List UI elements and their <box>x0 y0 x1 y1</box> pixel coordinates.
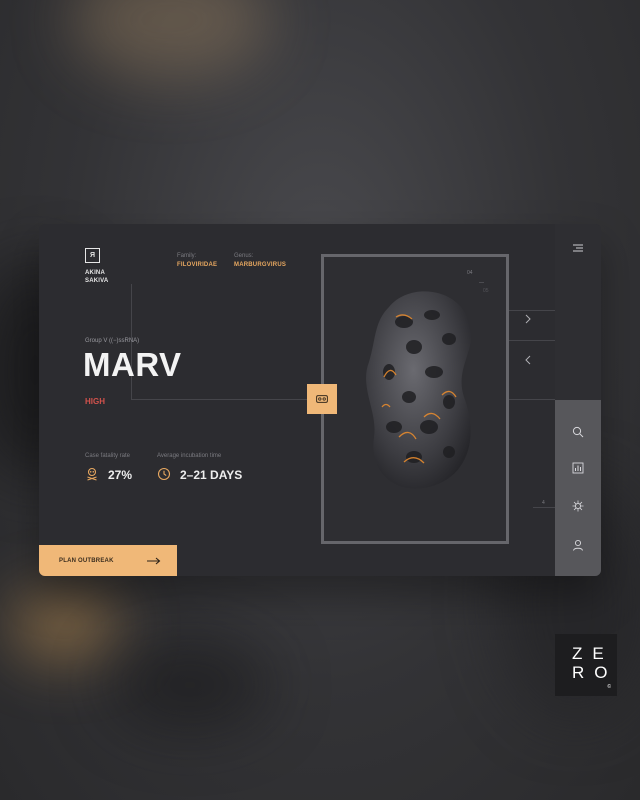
divider-line <box>533 507 555 508</box>
divider-line <box>509 310 555 311</box>
incubation-value: 2–21 DAYS <box>180 468 243 482</box>
brand-name: AKINA SAKIVA <box>85 269 108 285</box>
skull-icon <box>87 467 97 481</box>
arrow-right-icon <box>147 557 161 564</box>
fatality-value: 27% <box>108 468 133 482</box>
family-value: FILOVIRIDAE <box>177 262 218 268</box>
page-next: 05 <box>483 288 489 294</box>
incubation-label: Average incubation time <box>157 453 222 459</box>
zero-logo: ZE RO © <box>555 634 617 696</box>
menu-icon[interactable] <box>572 242 584 254</box>
virus-icon[interactable] <box>572 500 584 512</box>
plan-outbreak-button[interactable]: PLAN OUTBREAK <box>39 545 177 576</box>
vr-icon <box>316 395 328 403</box>
brand-logo[interactable]: Я <box>85 248 100 263</box>
zero-logo-line1: ZE <box>572 644 614 663</box>
divider-line <box>509 340 555 341</box>
page-current: 04 <box>467 270 473 276</box>
chevron-left-icon[interactable] <box>523 355 533 365</box>
virus-model-image <box>366 291 472 489</box>
virus-group: Group V ((−)ssRNA) <box>85 338 140 344</box>
search-icon[interactable] <box>572 426 584 438</box>
family-label: Family: <box>177 253 197 259</box>
virus-name: MARV <box>83 346 182 383</box>
zero-logo-mark: © <box>607 684 611 690</box>
zero-logo-line2: RO <box>572 663 618 682</box>
virus-image-frame <box>321 254 509 544</box>
vr-view-button[interactable] <box>307 384 337 414</box>
brand-name-line1: AKINA <box>85 270 105 276</box>
genus-value: MARBURGVIRUS <box>234 262 287 268</box>
fatality-label: Case fatality rate <box>85 453 131 459</box>
chart-icon[interactable] <box>572 462 584 474</box>
virus-card: Я AKINA SAKIVA Family: FILOVIRIDAE Genus… <box>39 224 601 576</box>
side-page-number: 4 <box>542 500 545 506</box>
genus-label: Genus: <box>234 253 254 259</box>
chevron-right-icon[interactable] <box>523 314 533 324</box>
plan-outbreak-label: PLAN OUTBREAK <box>59 557 114 564</box>
risk-level: HIGH <box>85 397 105 406</box>
brand-name-line2: SAKIVA <box>85 278 109 284</box>
user-icon[interactable] <box>572 539 584 551</box>
page-dash: — <box>479 280 484 286</box>
clock-icon <box>157 467 171 481</box>
